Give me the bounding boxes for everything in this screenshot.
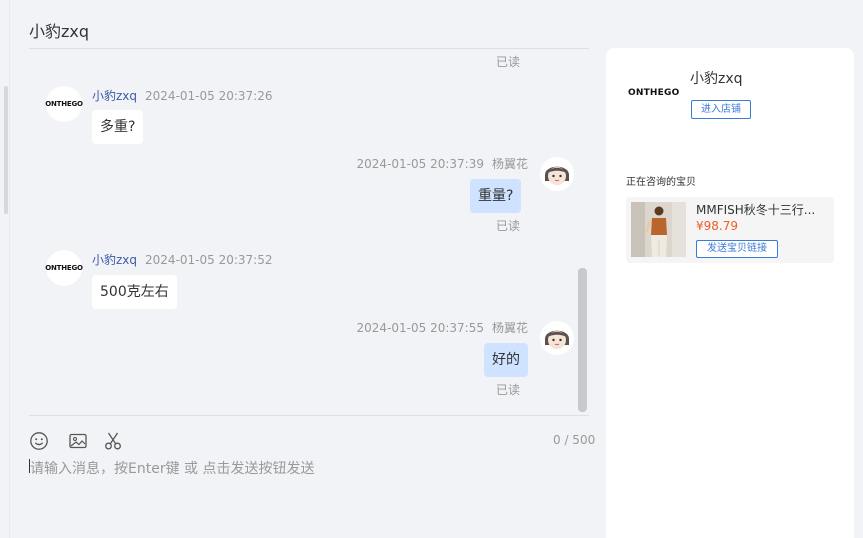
- user-avatar[interactable]: [540, 321, 574, 355]
- product-title[interactable]: MMFISH秋冬十三行...: [696, 201, 815, 218]
- read-receipt: 已读: [496, 219, 521, 233]
- shop-name: 小豹zxq: [690, 71, 743, 87]
- shop-logo: ONTHEGO: [628, 88, 680, 98]
- user-avatar-illustration: [540, 157, 574, 191]
- user-avatar[interactable]: [540, 157, 574, 191]
- shop-avatar[interactable]: ONTHEGO: [45, 250, 83, 286]
- scissors-icon[interactable]: [103, 431, 123, 451]
- shop-info-panel: ONTHEGO 小豹zxq 进入店铺 正在咨询的宝贝 MMFISH秋冬十三行..…: [606, 48, 854, 538]
- chat-area: 小豹zxq 已读 ONTHEGO 小豹zxq 2024-01-05 20:37:2…: [0, 0, 600, 538]
- consulting-label: 正在咨询的宝贝: [626, 177, 696, 188]
- product-image[interactable]: [631, 202, 686, 257]
- sender-name[interactable]: 小豹zxq: [92, 253, 137, 267]
- char-counter: 0 / 500: [553, 433, 596, 447]
- message-bubble-outgoing: 重量?: [470, 179, 522, 213]
- enter-store-button[interactable]: 进入店铺: [691, 100, 751, 119]
- left-edge-scroll-indicator[interactable]: [4, 86, 8, 214]
- read-receipt: 已读: [496, 55, 521, 69]
- emoji-icon[interactable]: [29, 431, 49, 451]
- product-card[interactable]: MMFISH秋冬十三行... ¥98.79 发送宝贝链接: [626, 197, 834, 263]
- message-list-scrollbar[interactable]: [578, 268, 587, 412]
- sender-name: 杨翼花: [491, 321, 528, 335]
- message-input[interactable]: 请输入消息，按Enter键 或 点击发送按钮发送: [30, 458, 314, 478]
- title-divider: [29, 48, 589, 49]
- message-meta: 2024-01-05 20:37:55 杨翼花: [357, 319, 528, 336]
- message-time: 2024-01-05 20:37:26: [145, 89, 273, 103]
- message-bubble-incoming: 多重?: [92, 110, 144, 144]
- message-time: 2024-01-05 20:37:39: [356, 157, 484, 171]
- chat-title: 小豹zxq: [29, 22, 90, 41]
- read-receipt: 已读: [496, 383, 521, 397]
- message-meta: 2024-01-05 20:37:39 杨翼花: [357, 155, 528, 172]
- message-bubble-incoming: 500克左右: [92, 275, 177, 309]
- message-time: 2024-01-05 20:37:55: [356, 321, 484, 335]
- message-bubble-outgoing: 好的: [484, 343, 528, 377]
- message-meta: 小豹zxq 2024-01-05 20:37:26: [92, 87, 272, 104]
- sender-name[interactable]: 小豹zxq: [92, 89, 137, 103]
- user-avatar-illustration: [540, 321, 574, 355]
- message-meta: 小豹zxq 2024-01-05 20:37:52: [92, 251, 272, 268]
- message-time: 2024-01-05 20:37:52: [145, 253, 273, 267]
- product-price: ¥98.79: [696, 219, 738, 233]
- left-edge-line: [9, 0, 10, 538]
- shop-avatar[interactable]: ONTHEGO: [45, 86, 83, 122]
- image-icon[interactable]: [68, 431, 88, 451]
- input-divider: [29, 415, 589, 416]
- sender-name: 杨翼花: [491, 157, 528, 171]
- send-product-link-button[interactable]: 发送宝贝链接: [696, 240, 778, 258]
